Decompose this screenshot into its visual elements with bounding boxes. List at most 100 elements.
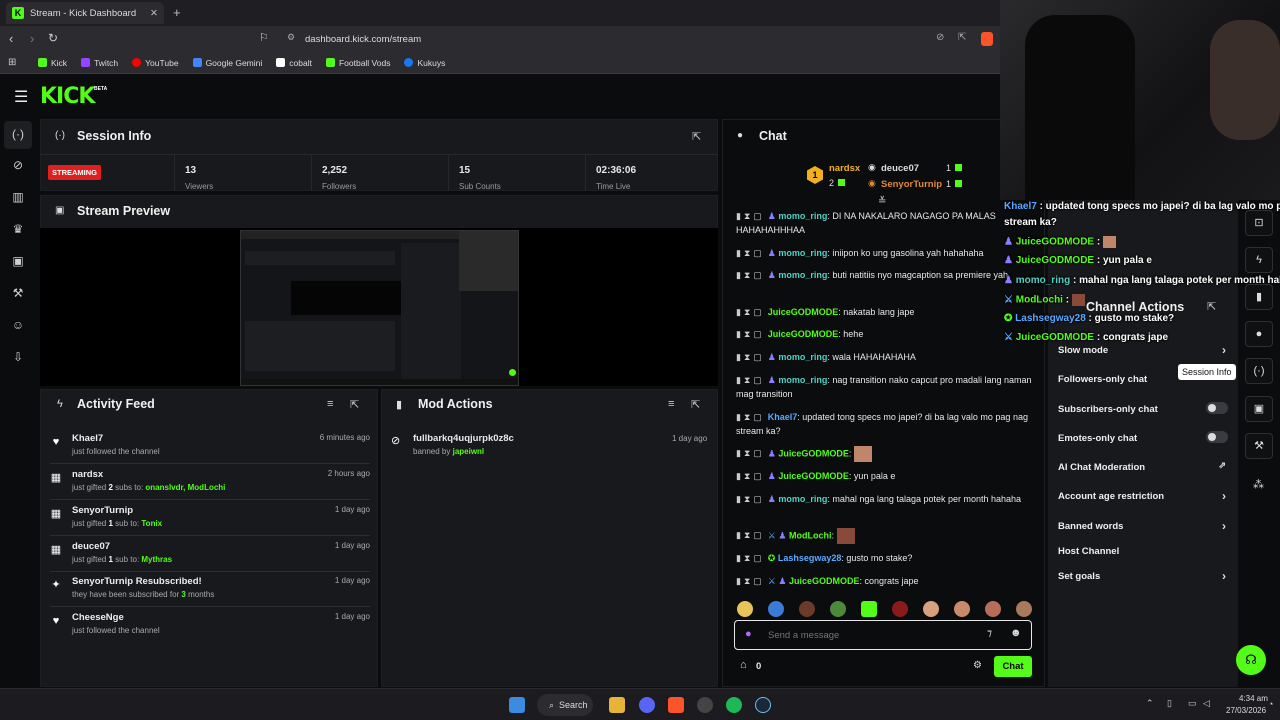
apps-grid-icon[interactable]: ⊞: [8, 57, 16, 68]
wrench-icon[interactable]: ⚒: [11, 286, 25, 300]
chat-username[interactable]: JuiceGODMODE: [768, 329, 839, 339]
chat-input[interactable]: [768, 626, 968, 644]
taskbar-search[interactable]: ⌕ Search: [537, 694, 593, 716]
emote-icon[interactable]: [768, 601, 784, 617]
bookmark-gemini[interactable]: Google Gemini: [192, 58, 262, 68]
kick-logo[interactable]: KICK: [40, 84, 95, 109]
bookmark-kukuys[interactable]: Kukuys: [404, 58, 445, 68]
chat-username[interactable]: JuiceGODMODE: [789, 576, 860, 586]
preview-tool-button[interactable]: ▣: [1245, 396, 1273, 422]
mod-tools-icon[interactable]: ▮⧗▢: [736, 576, 765, 586]
subscribers-only-toggle[interactable]: [1206, 402, 1228, 414]
activity-user[interactable]: Khael7: [72, 433, 103, 444]
emote-icon[interactable]: [892, 601, 908, 617]
mod-tools-icon[interactable]: ▮⧗▢: [736, 329, 765, 339]
notification-icon[interactable]: ◔: [1268, 699, 1273, 709]
steam-icon[interactable]: [755, 697, 771, 713]
desc-recipients[interactable]: Mythras: [141, 555, 172, 564]
obs-icon[interactable]: [697, 697, 713, 713]
video-icon[interactable]: ▣: [11, 254, 25, 268]
mod-tools-icon[interactable]: ▮⧗▢: [736, 448, 765, 458]
bookmark-twitch[interactable]: Twitch: [81, 58, 118, 68]
forward-icon[interactable]: ›: [30, 31, 34, 46]
chat-username[interactable]: Khael7: [768, 412, 798, 422]
tray-icon[interactable]: ▯: [1167, 698, 1172, 709]
mod-tools-icon[interactable]: ▮⧗▢: [736, 412, 765, 422]
translate-icon[interactable]: ⁊: [987, 628, 992, 639]
creator-tools-icon[interactable]: ⇩: [11, 350, 25, 364]
close-tab-icon[interactable]: ✕: [150, 8, 158, 19]
slow-mode-row[interactable]: Slow mode ›: [1058, 343, 1228, 357]
clock-date[interactable]: 27/03/2026: [1226, 706, 1266, 715]
chat-tool-button[interactable]: ●: [1245, 321, 1273, 347]
menu-icon[interactable]: ☰: [14, 87, 28, 107]
filter-icon[interactable]: ≡: [668, 398, 674, 410]
camera-tool-button[interactable]: ⊡: [1245, 210, 1273, 236]
spotify-icon[interactable]: [726, 697, 742, 713]
share-icon[interactable]: ⇱: [958, 32, 966, 43]
activity-user[interactable]: deuce07: [72, 541, 110, 552]
mod-tools-icon[interactable]: ▮⧗▢: [736, 307, 765, 317]
trophy-icon[interactable]: ♛: [11, 222, 25, 236]
chat-username[interactable]: Lashsegway28: [778, 553, 842, 563]
microphone-icon[interactable]: ●: [745, 628, 752, 640]
top-gifter-name[interactable]: nardsx: [829, 163, 860, 174]
new-tab-icon[interactable]: +: [173, 5, 181, 20]
session-info-tool-button[interactable]: (·): [1245, 358, 1273, 384]
subscribers-only-row[interactable]: Subscribers-only chat: [1058, 402, 1228, 415]
chat-username[interactable]: momo_ring: [778, 352, 827, 362]
analytics-icon[interactable]: ▥: [11, 190, 25, 204]
chat-username[interactable]: JuiceGODMODE: [778, 448, 849, 458]
mod-tools-icon[interactable]: ▮⧗▢: [736, 352, 765, 362]
wrench-tool-button[interactable]: ⚒: [1245, 433, 1273, 459]
brave-icon[interactable]: [668, 697, 684, 713]
camera-off-icon[interactable]: ⊘: [936, 32, 944, 43]
chat-username[interactable]: momo_ring: [778, 494, 827, 504]
collapse-icon[interactable]: ≚: [878, 196, 886, 207]
reload-icon[interactable]: ↻: [48, 31, 58, 45]
bookmark-kick[interactable]: Kick: [38, 58, 67, 68]
emote-icon[interactable]: [861, 601, 877, 617]
browser-tab[interactable]: K Stream - Kick Dashboard ✕: [6, 2, 164, 24]
clock-time[interactable]: 4:34 am: [1239, 694, 1268, 703]
host-channel-row[interactable]: Host Channel: [1058, 546, 1228, 557]
show-hidden-icons[interactable]: ⌃: [1146, 698, 1154, 709]
site-info-icon[interactable]: ⚙: [287, 32, 295, 43]
discord-icon[interactable]: [639, 697, 655, 713]
network-icon[interactable]: ▭: [1188, 698, 1197, 709]
mod-tools-icon[interactable]: ▮⧗▢: [736, 248, 765, 258]
file-explorer-icon[interactable]: [609, 697, 625, 713]
emote-icon[interactable]: [954, 601, 970, 617]
broadcast-icon[interactable]: (·): [11, 127, 25, 141]
mod-tools-icon[interactable]: ▮⧗▢: [736, 270, 765, 280]
mod-tools-icon[interactable]: ▮⧗▢: [736, 530, 765, 540]
activity-user[interactable]: nardsx: [72, 469, 103, 480]
store-icon[interactable]: ⌂: [740, 659, 747, 671]
popout-icon[interactable]: ⇱: [692, 130, 701, 143]
lightning-tool-button[interactable]: ϟ: [1245, 247, 1273, 273]
activity-user[interactable]: SenyorTurnip Resubscribed!: [72, 576, 202, 587]
send-chat-button[interactable]: Chat: [994, 656, 1032, 677]
emote-icon[interactable]: [737, 601, 753, 617]
account-age-row[interactable]: Account age restriction ›: [1058, 489, 1228, 503]
url-field[interactable]: dashboard.kick.com/stream: [305, 34, 421, 45]
emote-icon[interactable]: [1016, 601, 1032, 617]
mod-action-user[interactable]: fullbarkq4uqjurpk0z8c: [413, 433, 514, 444]
bookmark-cobalt[interactable]: cobalt: [276, 58, 312, 68]
banned-words-row[interactable]: Banned words ›: [1058, 519, 1228, 533]
desc-recipients[interactable]: Tonix: [141, 519, 162, 528]
stream-preview-video[interactable]: [240, 230, 519, 386]
filter-icon[interactable]: ≡: [327, 398, 333, 410]
chat-username[interactable]: ModLochi: [789, 530, 832, 540]
chat-username[interactable]: momo_ring: [778, 270, 827, 280]
windows-start-icon[interactable]: [509, 697, 525, 713]
activity-user[interactable]: CheeseNge: [72, 612, 124, 623]
top-gifter-name[interactable]: SenyorTurnip: [881, 179, 942, 190]
chat-username[interactable]: momo_ring: [778, 375, 827, 385]
mod-tools-icon[interactable]: ▮⧗▢: [736, 553, 765, 563]
mod-tools-icon[interactable]: ▮⧗▢: [736, 211, 765, 221]
shield-tool-button[interactable]: ▮: [1245, 284, 1273, 310]
emote-icon[interactable]: [923, 601, 939, 617]
top-gifter-name[interactable]: deuce07: [881, 163, 919, 174]
desc-recipients[interactable]: onanslvdr, ModLochi: [145, 483, 225, 492]
